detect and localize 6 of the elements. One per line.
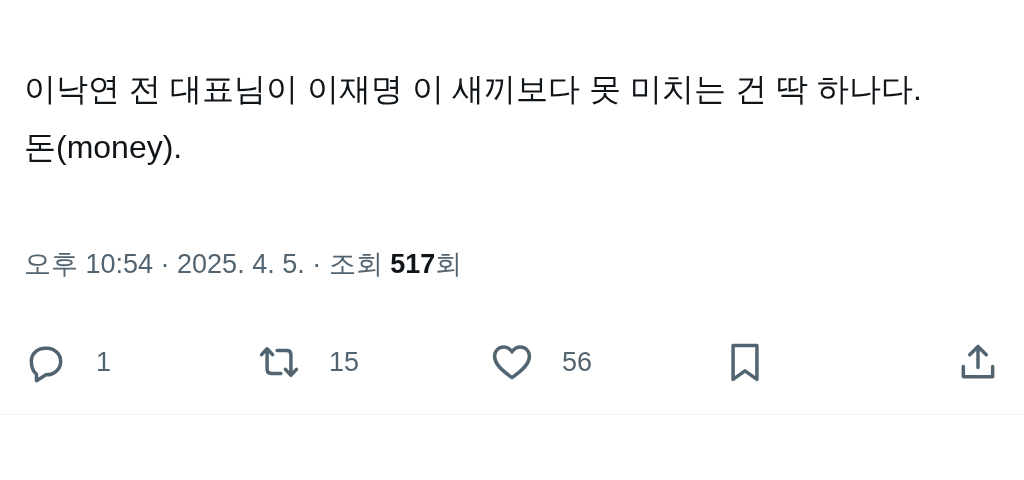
action-count: 56 bbox=[562, 346, 593, 378]
action-count: 1 bbox=[96, 346, 112, 378]
post-meta: 오후 10:54 · 2025. 4. 5. · 조회 517회 bbox=[24, 248, 464, 281]
post-text: 돈(money). bbox=[24, 128, 184, 167]
action-count: 15 bbox=[329, 346, 360, 378]
post-text: 이낙연 전 대표님이 이재명 이 새끼보다 못 미치는 건 딱 하나다. bbox=[24, 70, 923, 109]
